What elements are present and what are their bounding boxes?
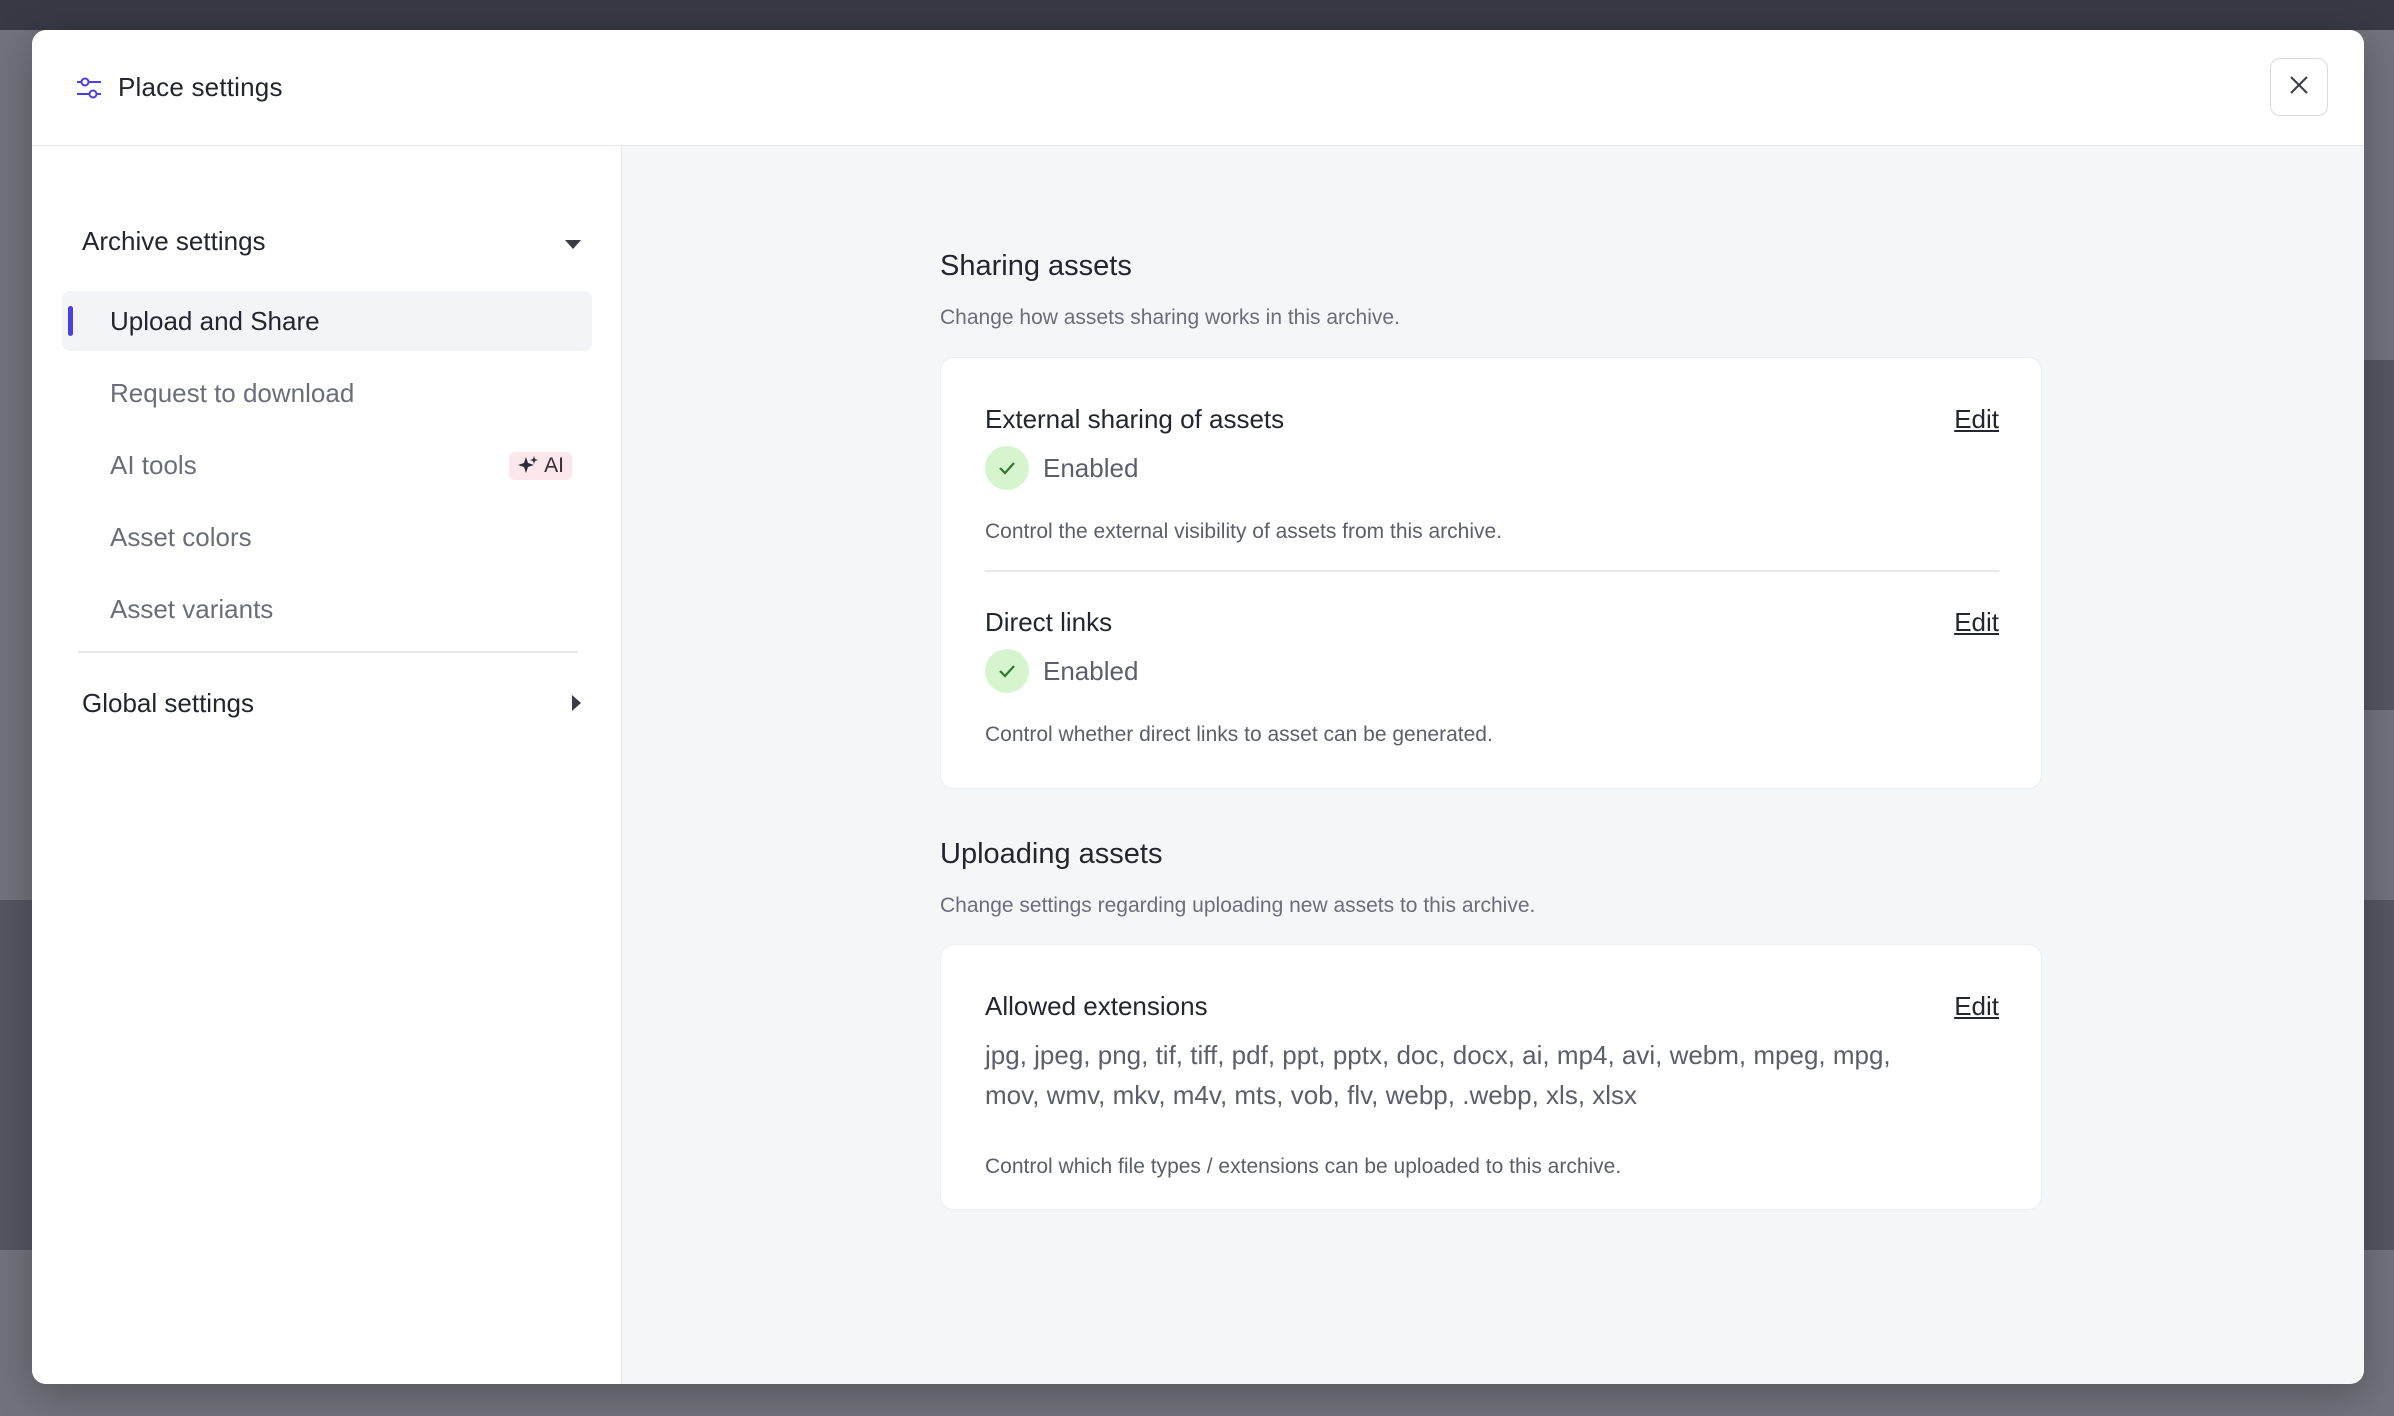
sidebar-item-ai-tools[interactable]: AI tools AI: [62, 435, 622, 495]
status-indicator: Enabled: [985, 446, 1138, 490]
sidebar-item-label: Asset colors: [110, 521, 252, 552]
status-indicator: Enabled: [985, 649, 1138, 693]
sharing-card: External sharing of assets Edit Enabled …: [940, 357, 2042, 789]
sidebar-item-upload-and-share[interactable]: Upload and Share: [62, 291, 592, 351]
sparkle-icon: [517, 455, 539, 477]
status-text: Enabled: [1043, 452, 1139, 483]
setting-description: Control which file types / extensions ca…: [985, 1155, 1622, 1178]
setting-allowed-extensions: Allowed extensions Edit jpg, jpeg, png, …: [985, 991, 1999, 1191]
global-settings-toggle[interactable]: Global settings: [82, 678, 602, 728]
setting-external-sharing: External sharing of assets Edit Enabled …: [985, 404, 1999, 554]
sidebar-item-label: Request to download: [110, 377, 355, 408]
setting-title: Allowed extensions: [985, 991, 1208, 1021]
close-icon: [2288, 74, 2310, 101]
archive-settings-toggle[interactable]: Archive settings: [82, 216, 602, 266]
section-label: Archive settings: [82, 225, 266, 256]
card-divider: [985, 570, 1999, 572]
edit-external-sharing-link[interactable]: Edit: [1954, 404, 1999, 435]
section-description: Change settings regarding uploading new …: [940, 894, 1536, 917]
uploading-card: Allowed extensions Edit jpg, jpeg, png, …: [940, 944, 2042, 1210]
sidebar-item-label: Asset variants: [110, 593, 274, 624]
sidebar-divider: [78, 651, 578, 653]
setting-direct-links: Direct links Edit Enabled Control whethe…: [985, 607, 1999, 757]
check-icon: [985, 446, 1029, 490]
section-title: Sharing assets: [940, 250, 1132, 282]
place-settings-modal: Place settings Archive settings Upload a…: [32, 30, 2364, 1384]
setting-description: Control the external visibility of asset…: [985, 520, 1503, 543]
settings-sidebar: Archive settings Upload and Share Reques…: [32, 146, 622, 1384]
caret-right-icon: [570, 688, 582, 719]
sidebar-item-asset-variants[interactable]: Asset variants: [62, 579, 622, 639]
setting-title: Direct links: [985, 607, 1113, 637]
modal-header: Place settings: [32, 30, 2364, 146]
settings-content: Sharing assets Change how assets sharing…: [622, 146, 2364, 1384]
edit-direct-links-link[interactable]: Edit: [1954, 607, 1999, 638]
section-label: Global settings: [82, 687, 254, 718]
caret-down-icon: [564, 226, 582, 257]
setting-description: Control whether direct links to asset ca…: [985, 723, 1493, 746]
ai-badge: AI: [509, 452, 572, 480]
status-text: Enabled: [1043, 655, 1139, 686]
sidebar-item-label: Upload and Share: [110, 305, 320, 336]
sidebar-item-asset-colors[interactable]: Asset colors: [62, 507, 622, 567]
check-icon: [985, 649, 1029, 693]
modal-title: Place settings: [118, 72, 283, 102]
sidebar-item-label: AI tools: [110, 449, 197, 480]
setting-title: External sharing of assets: [985, 404, 1285, 434]
sidebar-item-request-to-download[interactable]: Request to download: [62, 363, 622, 423]
section-title: Uploading assets: [940, 838, 1163, 870]
extensions-list: jpg, jpeg, png, tif, tiff, pdf, ppt, ppt…: [985, 1040, 1891, 1110]
ai-badge-label: AI: [544, 454, 564, 477]
close-button[interactable]: [2270, 58, 2328, 116]
section-description: Change how assets sharing works in this …: [940, 306, 1400, 329]
edit-allowed-extensions-link[interactable]: Edit: [1954, 991, 1999, 1022]
sliders-icon: [74, 72, 106, 104]
